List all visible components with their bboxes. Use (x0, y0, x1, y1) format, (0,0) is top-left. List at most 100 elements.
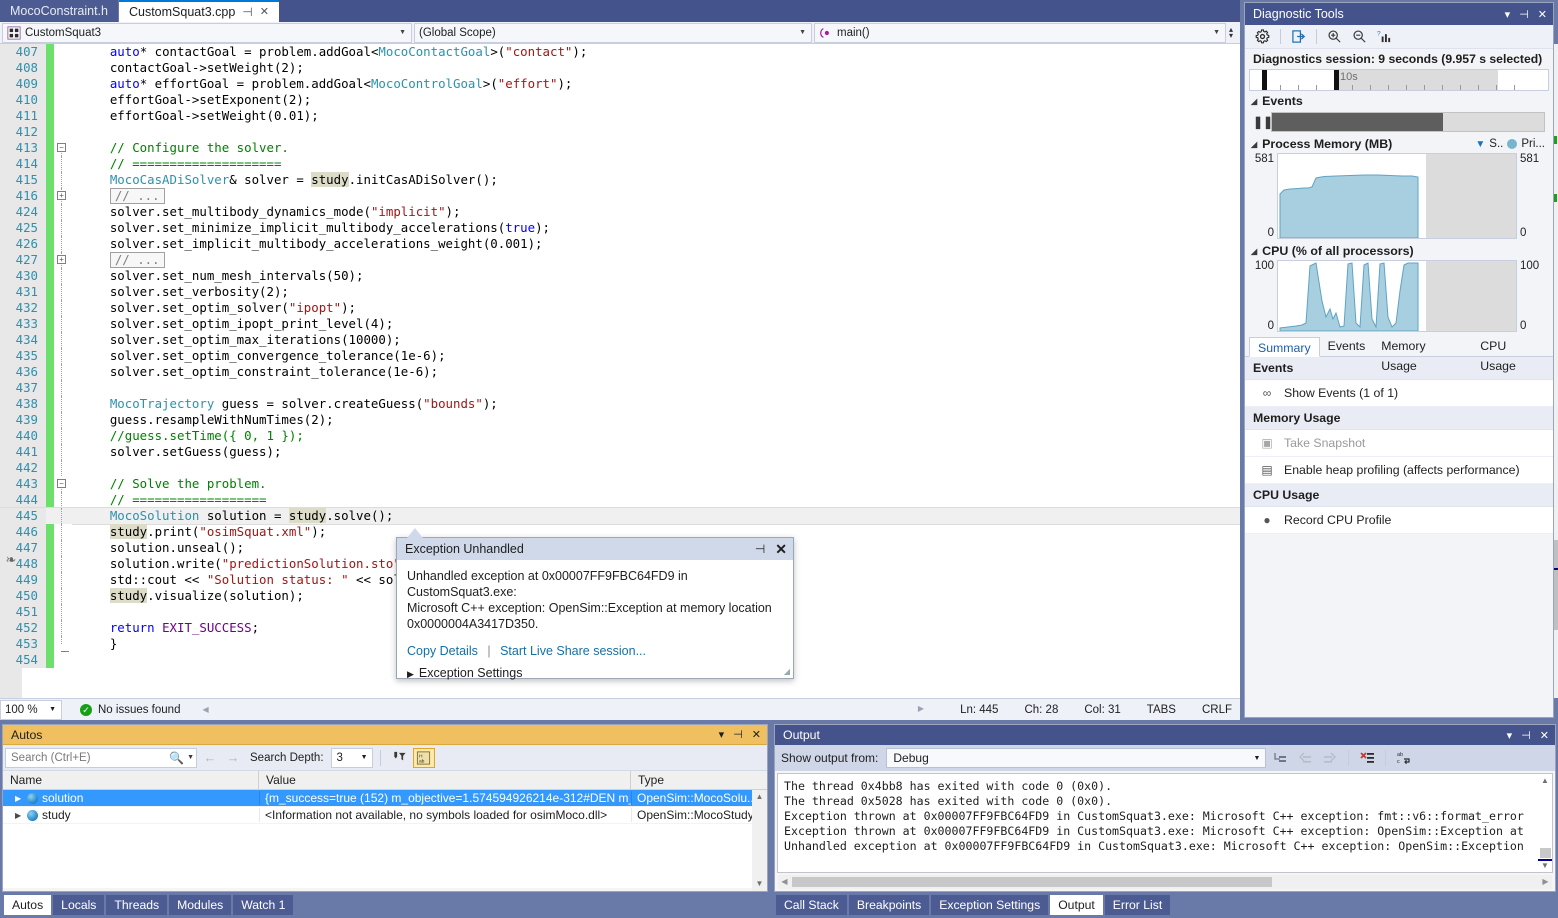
cpu-usage-chart[interactable] (1277, 260, 1517, 332)
code-line[interactable]: 436 solver.set_optim_constraint_toleranc… (0, 364, 1240, 380)
diagnostic-tools-toolbar[interactable]: ? (1245, 25, 1553, 49)
expand-icon[interactable]: + (57, 191, 66, 200)
scroll-down-icon[interactable]: ▼ (1538, 859, 1552, 872)
process-memory-section-header[interactable]: ◢ Process Memory (MB) ▼ S.. Pri... (1245, 134, 1553, 153)
chevron-down-icon[interactable]: ▼ (187, 754, 194, 761)
code-text[interactable]: solver.set_minimize_implicit_multibody_a… (72, 220, 1240, 236)
editor-tab-customsquat3[interactable]: CustomSquat3.cpp ⊣ ✕ (118, 0, 279, 22)
export-icon[interactable] (1288, 27, 1309, 47)
code-line[interactable]: 424 solver.set_multibody_dynamics_mode("… (0, 204, 1240, 220)
variable-name-cell[interactable]: ▶ solution (3, 791, 259, 805)
variable-name-cell[interactable]: ▶ study (3, 808, 259, 822)
gear-icon[interactable] (1252, 27, 1273, 47)
code-line[interactable]: 444 // ================== (0, 492, 1240, 508)
split-view-icon[interactable]: ▴ ▾ (1224, 25, 1238, 41)
expand-icon[interactable]: + (57, 255, 66, 264)
close-icon[interactable]: ✕ (1540, 729, 1549, 742)
bottom-tab-call-stack[interactable]: Call Stack (776, 895, 847, 915)
pin-filter-icon[interactable] (388, 748, 410, 768)
bottom-tab-threads[interactable]: Threads (106, 895, 168, 915)
code-text[interactable]: solver.set_num_mesh_intervals(50); (72, 268, 1240, 284)
bottom-tab-modules[interactable]: Modules (169, 895, 232, 915)
bottom-tab-autos[interactable]: Autos (4, 895, 52, 915)
column-header-name[interactable]: Name (3, 771, 259, 789)
outlining-margin[interactable] (54, 588, 72, 604)
outlining-margin[interactable] (54, 620, 72, 636)
pin-icon[interactable]: ⊣ (733, 728, 743, 741)
summary-action-enable-heap-profiling-affects-performance[interactable]: ▤ Enable heap profiling (affects performa… (1245, 457, 1553, 484)
code-line[interactable]: 409 auto* effortGoal = problem.addGoal<M… (0, 76, 1240, 92)
outlining-margin[interactable] (54, 524, 72, 540)
outlining-margin[interactable] (54, 428, 72, 444)
scroll-down-icon[interactable]: ▼ (752, 877, 767, 891)
bottom-tab-watch-1[interactable]: Watch 1 (233, 895, 294, 915)
events-track[interactable] (1271, 112, 1545, 132)
outlining-margin[interactable] (54, 460, 72, 476)
autos-grid-body[interactable]: ▶ solution {m_success=true (152) m_objecti… (3, 790, 767, 888)
outlining-margin[interactable] (54, 332, 72, 348)
copy-details-link[interactable]: Copy Details (407, 644, 478, 658)
code-text[interactable]: effortGoal->setExponent(2); (72, 92, 1240, 108)
outlining-margin[interactable] (54, 348, 72, 364)
code-line[interactable]: 435 solver.set_optim_convergence_toleran… (0, 348, 1240, 364)
chevron-down-icon[interactable]: ▾ (719, 728, 725, 741)
diagnostics-summary-list[interactable]: Events ∞ Show Events (1 of 1) Memory Usage ▣… (1245, 357, 1553, 534)
output-toolbar[interactable]: Show output from: Debug ▼ ab c (775, 745, 1555, 771)
code-line[interactable]: 408 contactGoal->setWeight(2); (0, 60, 1240, 76)
code-line[interactable]: 411 effortGoal->setWeight(0.01); (0, 108, 1240, 124)
events-section-header[interactable]: ◢ Events (1245, 91, 1553, 110)
pin-icon[interactable]: ⊣ (1521, 729, 1531, 742)
outlining-margin[interactable] (54, 444, 72, 460)
code-line[interactable]: 441 solver.setGuess(guess); (0, 444, 1240, 460)
outlining-margin[interactable] (54, 156, 72, 172)
code-line[interactable]: 425 solver.set_minimize_implicit_multibo… (0, 220, 1240, 236)
outlining-margin[interactable] (54, 380, 72, 396)
code-text[interactable]: // ... (72, 188, 1240, 204)
outlining-margin[interactable] (54, 636, 72, 652)
outlining-margin[interactable] (54, 364, 72, 380)
code-text[interactable] (72, 460, 1240, 476)
code-text[interactable]: contactGoal->setWeight(2); (72, 60, 1240, 76)
code-text[interactable]: guess.resampleWithNumTimes(2); (72, 412, 1240, 428)
code-line[interactable]: 445 MocoSolution solution = study.solve(… (0, 507, 1240, 525)
exception-unhandled-popup[interactable]: Exception Unhandled ⊣ ✕ Unhandled except… (396, 528, 794, 680)
code-line[interactable]: 434 solver.set_optim_max_iterations(1000… (0, 332, 1240, 348)
zoom-out-icon[interactable] (1349, 27, 1370, 47)
outlining-margin[interactable]: + (54, 188, 72, 204)
code-line[interactable]: 439 guess.resampleWithNumTimes(2); (0, 412, 1240, 428)
code-text[interactable]: solver.set_optim_convergence_tolerance(1… (72, 348, 1240, 364)
diagnostics-tab-events[interactable]: Events (1320, 336, 1374, 356)
outlining-margin[interactable] (54, 284, 72, 300)
zoom-dropdown[interactable]: 100 % ▼ (0, 699, 62, 720)
code-text[interactable]: effortGoal->setWeight(0.01); (72, 108, 1240, 124)
code-text[interactable]: solver.set_optim_ipopt_print_level(4); (72, 316, 1240, 332)
code-line[interactable]: 432 solver.set_optim_solver("ipopt"); (0, 300, 1240, 316)
issues-status[interactable]: ✓ No issues found (80, 703, 180, 716)
code-line[interactable]: 430 solver.set_num_mesh_intervals(50); (0, 268, 1240, 284)
code-line[interactable]: 427 + // ... (0, 252, 1240, 268)
code-text[interactable]: solver.set_optim_max_iterations(10000); (72, 332, 1240, 348)
timeline-start-marker[interactable] (1262, 70, 1267, 90)
scrollbar-thumb[interactable] (1540, 848, 1551, 858)
column-header-value[interactable]: Value (259, 771, 631, 789)
code-line[interactable]: 414 // ==================== (0, 156, 1240, 172)
variable-value-cell[interactable]: {m_success=true (152) m_objective=1.5745… (259, 791, 631, 805)
code-text[interactable]: MocoSolution solution = study.solve(); (72, 508, 1240, 524)
resize-grip-icon[interactable]: ◢ (784, 667, 790, 676)
scroll-right-icon[interactable]: ▶ (1539, 875, 1552, 889)
show-all-chart-icon[interactable]: ? (1374, 27, 1395, 47)
outlining-margin[interactable] (54, 540, 72, 556)
close-icon[interactable]: ✕ (1538, 8, 1547, 21)
search-depth-dropdown[interactable]: 3 ▼ (330, 747, 373, 768)
scroll-up-icon[interactable]: ▲ (1538, 774, 1552, 787)
outlining-margin[interactable] (54, 604, 72, 620)
pin-icon[interactable]: ⊣ (1519, 8, 1529, 21)
outlining-margin[interactable]: − (54, 140, 72, 156)
outlining-margin[interactable] (54, 508, 72, 524)
collapse-icon[interactable]: − (57, 479, 66, 488)
expand-icon[interactable]: ▶ (15, 794, 23, 803)
close-icon[interactable]: ✕ (752, 728, 761, 741)
tabs-indicator[interactable]: TABS (1147, 704, 1176, 716)
start-live-share-link[interactable]: Start Live Share session... (500, 644, 646, 658)
cpu-section-header[interactable]: ◢ CPU (% of all processors) (1245, 241, 1553, 260)
